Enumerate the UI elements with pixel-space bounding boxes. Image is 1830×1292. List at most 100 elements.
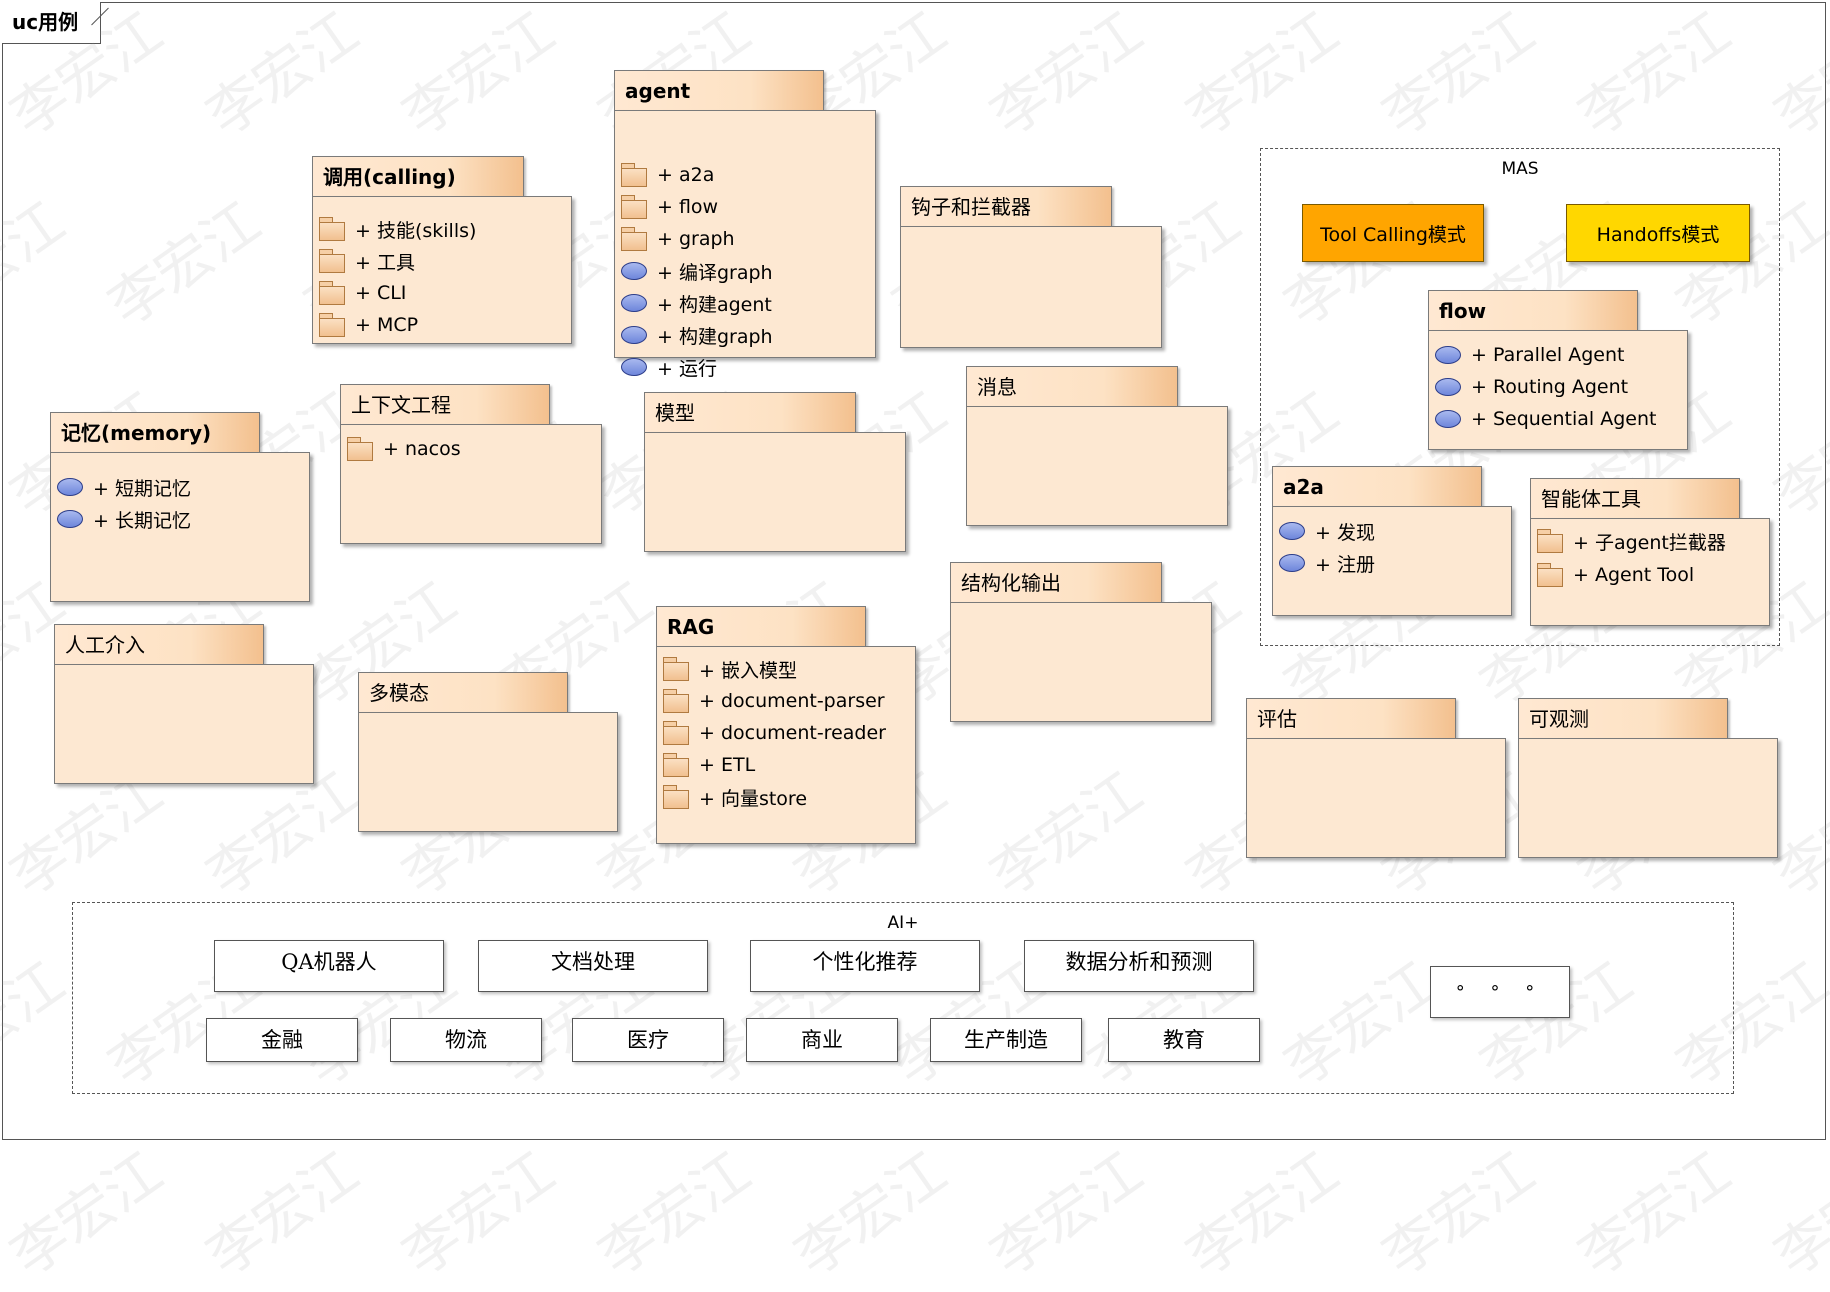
package-body: + 短期记忆 + 长期记忆 bbox=[50, 452, 310, 602]
watermark-text: 李宏江 bbox=[195, 1139, 371, 1290]
package-item-label: + 注册 bbox=[1315, 553, 1375, 576]
package-folder-icon bbox=[1537, 563, 1563, 587]
package-item[interactable]: + 编译graph bbox=[621, 257, 773, 285]
package-item-label: + 运行 bbox=[657, 357, 717, 380]
package-item[interactable]: + graph bbox=[621, 225, 735, 253]
ai-plus-label: AI+ bbox=[887, 913, 919, 933]
package-item[interactable]: + 短期记忆 bbox=[57, 473, 191, 501]
ai-scenario-box[interactable]: 文档处理 bbox=[478, 940, 708, 992]
package-item[interactable]: + 嵌入模型 bbox=[663, 655, 797, 683]
package-item[interactable]: + a2a bbox=[621, 161, 714, 189]
package-title: 模型 bbox=[644, 392, 856, 432]
package-title: 调用(calling) bbox=[312, 156, 524, 196]
package-item-label: + 子agent拦截器 bbox=[1573, 531, 1726, 554]
more-ellipsis-box[interactable]: ° ° ° bbox=[1430, 966, 1570, 1018]
use-case-icon bbox=[1435, 346, 1461, 364]
package-item[interactable]: + Parallel Agent bbox=[1435, 341, 1624, 369]
package-item-label: + nacos bbox=[383, 438, 461, 460]
ai-scenario-box[interactable]: 数据分析和预测 bbox=[1024, 940, 1254, 992]
package-folder-icon bbox=[663, 689, 689, 713]
package-item-label: + 构建agent bbox=[657, 293, 772, 316]
package-item[interactable]: + MCP bbox=[319, 311, 418, 339]
package-title: 人工介入 bbox=[54, 624, 264, 664]
package-item[interactable]: + 长期记忆 bbox=[57, 505, 191, 533]
package-item-label: + Sequential Agent bbox=[1471, 408, 1657, 430]
ai-industry-box[interactable]: 医疗 bbox=[572, 1018, 724, 1062]
package-title: 上下文工程 bbox=[340, 384, 550, 424]
package-body: + a2a + flow + graph + 编译graph + 构建agent + 构建… bbox=[614, 110, 876, 380]
package-item-label: + 技能(skills) bbox=[355, 219, 477, 242]
package-folder-icon bbox=[319, 313, 345, 337]
watermark-text: 李宏江 bbox=[391, 1139, 567, 1290]
package-body: + 技能(skills) + 工具 + CLI + MCP bbox=[312, 196, 572, 344]
package-item-label: + document-parser bbox=[699, 690, 885, 712]
use-case-icon bbox=[621, 326, 647, 344]
package-item-label: + flow bbox=[657, 196, 719, 218]
ai-industry-box[interactable]: 物流 bbox=[390, 1018, 542, 1062]
ai-industry-box[interactable]: 教育 bbox=[1108, 1018, 1260, 1062]
use-case-icon bbox=[1279, 554, 1305, 572]
package-item-label: + graph bbox=[657, 228, 735, 250]
package-item[interactable]: + Sequential Agent bbox=[1435, 405, 1656, 433]
package-body: + Parallel Agent + Routing Agent + Sequent… bbox=[1428, 330, 1688, 450]
ai-scenario-box[interactable]: 个性化推荐 bbox=[750, 940, 980, 992]
package-item[interactable]: + 运行 bbox=[621, 353, 717, 381]
tool-calling-mode[interactable]: Tool Calling模式 bbox=[1302, 204, 1484, 262]
use-case-icon bbox=[1279, 522, 1305, 540]
package-item[interactable]: + CLI bbox=[319, 279, 406, 307]
package-title: 多模态 bbox=[358, 672, 568, 712]
use-case-icon bbox=[621, 294, 647, 312]
package-body bbox=[950, 602, 1212, 722]
package-title: 消息 bbox=[966, 366, 1178, 406]
ai-industry-box[interactable]: 生产制造 bbox=[930, 1018, 1082, 1062]
package-item[interactable]: + 工具 bbox=[319, 247, 415, 275]
package-item[interactable]: + document-parser bbox=[663, 687, 885, 715]
package-body: + 发现 + 注册 bbox=[1272, 506, 1512, 616]
package-title: RAG bbox=[656, 606, 866, 646]
package-folder-icon bbox=[347, 437, 373, 461]
package-title: agent bbox=[614, 70, 824, 110]
package-item[interactable]: + 向量store bbox=[663, 783, 807, 811]
package-item[interactable]: + 发现 bbox=[1279, 517, 1375, 545]
use-case-icon bbox=[621, 358, 647, 376]
package-body bbox=[1246, 738, 1506, 858]
package-item-label: + 构建graph bbox=[657, 325, 773, 348]
package-body bbox=[1518, 738, 1778, 858]
package-item[interactable]: + 注册 bbox=[1279, 549, 1375, 577]
package-body: + 嵌入模型 + document-parser + document-reader… bbox=[656, 646, 916, 844]
watermark-text: 李宏江 bbox=[1763, 1139, 1830, 1290]
use-case-icon bbox=[1435, 410, 1461, 428]
package-folder-icon bbox=[621, 163, 647, 187]
package-body bbox=[54, 664, 314, 784]
package-item[interactable]: + 构建graph bbox=[621, 321, 773, 349]
package-item[interactable]: + flow bbox=[621, 193, 718, 221]
package-item[interactable]: + Agent Tool bbox=[1537, 561, 1694, 589]
package-folder-icon bbox=[319, 249, 345, 273]
use-case-icon bbox=[57, 510, 83, 528]
package-item[interactable]: + Routing Agent bbox=[1435, 373, 1628, 401]
package-folder-icon bbox=[621, 227, 647, 251]
package-folder-icon bbox=[319, 281, 345, 305]
package-title: 智能体工具 bbox=[1530, 478, 1740, 518]
package-item[interactable]: + 子agent拦截器 bbox=[1537, 527, 1726, 555]
handoffs-mode[interactable]: Handoffs模式 bbox=[1566, 204, 1750, 262]
watermark-text: 李宏江 bbox=[1371, 1139, 1547, 1290]
package-item-label: + 短期记忆 bbox=[93, 477, 191, 500]
package-item[interactable]: + nacos bbox=[347, 435, 461, 463]
package-body: + nacos bbox=[340, 424, 602, 544]
package-item[interactable]: + ETL bbox=[663, 751, 755, 779]
package-body: + 子agent拦截器 + Agent Tool bbox=[1530, 518, 1770, 626]
package-item[interactable]: + 技能(skills) bbox=[319, 215, 476, 243]
package-item[interactable]: + document-reader bbox=[663, 719, 886, 747]
package-title: 钩子和拦截器 bbox=[900, 186, 1112, 226]
package-item-label: + CLI bbox=[355, 282, 407, 304]
package-item[interactable]: + 构建agent bbox=[621, 289, 772, 317]
use-case-icon bbox=[57, 478, 83, 496]
watermark-text: 李宏江 bbox=[979, 1139, 1155, 1290]
package-title: 结构化输出 bbox=[950, 562, 1162, 602]
ai-industry-box[interactable]: 金融 bbox=[206, 1018, 358, 1062]
package-item-label: + Routing Agent bbox=[1471, 376, 1629, 398]
package-item-label: + document-reader bbox=[699, 722, 886, 744]
ai-scenario-box[interactable]: QA机器人 bbox=[214, 940, 444, 992]
ai-industry-box[interactable]: 商业 bbox=[746, 1018, 898, 1062]
